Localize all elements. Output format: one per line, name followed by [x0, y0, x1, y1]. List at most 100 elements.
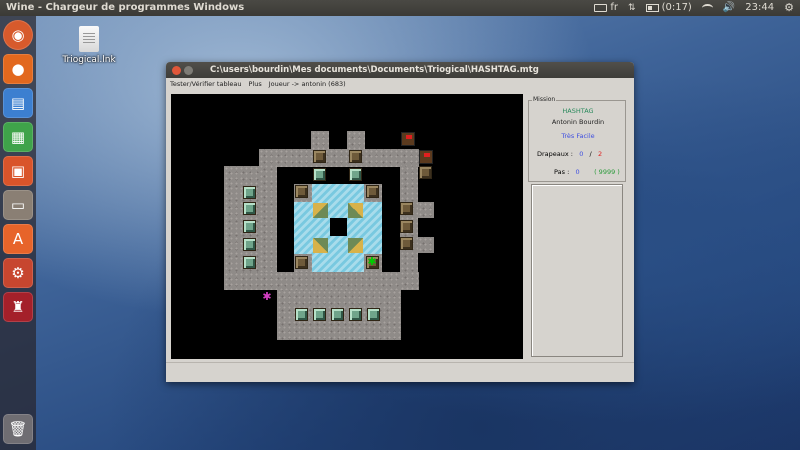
crate [349, 150, 362, 163]
ice-crate [331, 308, 344, 321]
ice-crate [367, 308, 380, 321]
clock[interactable]: 23:44 [745, 0, 774, 16]
flags-current: 0 [579, 150, 584, 158]
desktop-shortcut-label: Triogical.lnk [62, 55, 116, 65]
floor-tile [259, 149, 277, 289]
game-window: C:\users\bourdin\Mes documents\Documents… [166, 62, 634, 382]
sound-indicator[interactable]: 🔊 [723, 0, 735, 16]
steps-best: ( 9999 ) [594, 168, 620, 176]
mirror-block [348, 238, 363, 253]
transfer-arrows-icon: ⇅ [628, 3, 636, 13]
ice-crate [243, 220, 256, 233]
spreadsheet-icon: ▦ [10, 128, 26, 146]
keyboard-icon [594, 4, 608, 12]
crate [366, 185, 379, 198]
battery-icon [645, 4, 659, 12]
menu-bar: Tester/Vérifier tableau Plus Joueur -> a… [166, 78, 634, 90]
network-indicator[interactable]: ⇅ [628, 0, 636, 16]
gear-icon: ⚙ [784, 1, 794, 14]
wine-glass-icon: ♜ [11, 298, 25, 316]
crate [400, 237, 413, 250]
launcher-settings[interactable]: ⚙ [3, 258, 33, 288]
flags-total: 2 [597, 150, 603, 158]
window-titlebar[interactable]: C:\users\bourdin\Mes documents\Documents… [166, 62, 634, 78]
crate [419, 166, 432, 179]
crate [295, 256, 308, 269]
floor-tile [224, 272, 419, 290]
wifi-indicator[interactable] [701, 4, 713, 12]
ice-crate [243, 238, 256, 251]
active-app-title: Wine - Chargeur de programmes Windows [6, 2, 245, 13]
floor-tile [259, 149, 419, 167]
speaker-icon: 🔊 [722, 2, 736, 13]
presentation-icon: ▣ [10, 162, 26, 180]
launcher-trash[interactable]: 🗑 [3, 414, 33, 444]
mirror-block [348, 203, 363, 218]
menu-player[interactable]: Joueur -> antonin (683) [269, 78, 346, 90]
keyboard-layout: fr [610, 2, 619, 13]
menu-test-board[interactable]: Tester/Vérifier tableau [170, 78, 241, 90]
shopping-bag-icon: A [12, 230, 24, 248]
ice-crate [243, 202, 256, 215]
window-title: C:\users\bourdin\Mes documents\Documents… [210, 65, 539, 75]
floor-tile [418, 202, 434, 218]
crate [400, 220, 413, 233]
flag-goal [401, 132, 415, 146]
flag-goal [419, 150, 433, 164]
panel-indicators: fr ⇅ (0:17) 🔊 23:44 ⚙ [594, 0, 800, 16]
mission-difficulty: Très Facile [561, 132, 595, 140]
floor-tile [311, 131, 329, 151]
top-panel: Wine - Chargeur de programmes Windows fr… [0, 0, 800, 16]
status-bar [166, 362, 634, 382]
launcher-dash[interactable]: ◉ [3, 20, 33, 50]
menu-more[interactable]: Plus [248, 78, 261, 90]
firefox-icon: ● [11, 60, 25, 78]
minimize-button[interactable] [184, 65, 193, 75]
keyboard-indicator[interactable]: fr [594, 0, 618, 16]
launcher: ◉ ● ▤ ▦ ▣ ▭ A ⚙ ♜ 🗑 [0, 16, 36, 450]
side-panel: Mission HASHTAG Antonin Bourdin Très Fac… [528, 94, 630, 359]
launcher-writer[interactable]: ▤ [3, 88, 33, 118]
session-menu[interactable]: ⚙ [784, 0, 794, 16]
flags-stat: Drapeaux : 0 / 2 [537, 150, 602, 158]
file-cabinet-icon: ▭ [10, 196, 26, 214]
player-character-icon: ✱ [262, 290, 272, 303]
game-board[interactable]: ✱ ✱ [171, 94, 523, 359]
launcher-firefox[interactable]: ● [3, 54, 33, 84]
mirror-block [313, 203, 328, 218]
ubuntu-logo-icon: ◉ [11, 26, 25, 44]
wifi-icon [701, 4, 713, 12]
mission-name: HASHTAG [562, 107, 594, 115]
steps-stat: Pas : 0 ( 9999 ) [554, 168, 620, 176]
file-icon [79, 26, 99, 52]
launcher-calc[interactable]: ▦ [3, 122, 33, 152]
launcher-impress[interactable]: ▣ [3, 156, 33, 186]
desktop-shortcut[interactable]: Triogical.lnk [62, 26, 116, 65]
ice-crate [295, 308, 308, 321]
ice-crate [349, 168, 362, 181]
steps-current: 0 [575, 168, 580, 176]
mission-legend: Mission [532, 96, 557, 103]
battery-indicator[interactable]: (0:17) [645, 0, 692, 16]
ice-crate [313, 308, 326, 321]
pit [330, 218, 347, 236]
wrench-gear-icon: ⚙ [11, 264, 25, 282]
launcher-software-center[interactable]: A [3, 224, 33, 254]
steps-label: Pas : [554, 168, 570, 176]
launcher-files[interactable]: ▭ [3, 190, 33, 220]
mirror-block [313, 238, 328, 253]
floor-tile [418, 237, 434, 253]
spider-enemy-icon: ✱ [367, 255, 377, 268]
document-icon: ▤ [10, 94, 26, 112]
message-panel [531, 184, 623, 357]
crate [295, 185, 308, 198]
close-button[interactable] [172, 65, 181, 75]
flags-label: Drapeaux : [537, 150, 573, 158]
crate [313, 150, 326, 163]
trash-icon: 🗑 [8, 420, 28, 438]
ice-crate [313, 168, 326, 181]
crate [400, 202, 413, 215]
ice-crate [243, 186, 256, 199]
launcher-wine[interactable]: ♜ [3, 292, 33, 322]
floor-tile [347, 131, 365, 151]
